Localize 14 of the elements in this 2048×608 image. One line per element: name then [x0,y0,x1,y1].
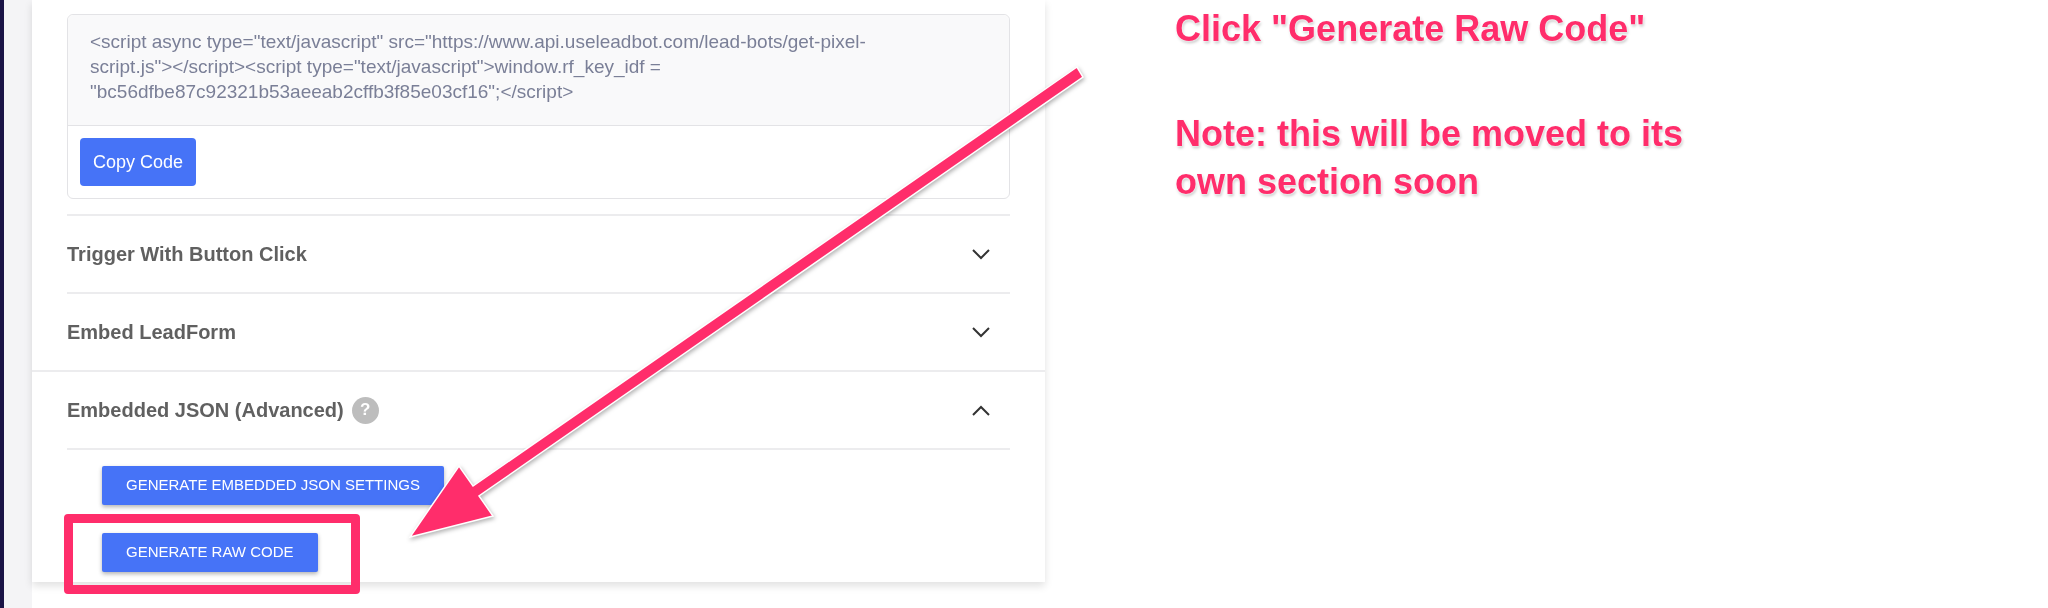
generate-button[interactable]: GENERATE RAW CODE [102,533,318,572]
chevron-up-icon [972,404,990,416]
section-title: Trigger With Button Click [67,242,307,267]
accordion-header[interactable]: Embed LeadForm [67,294,1010,370]
generate-button[interactable]: GENERATE EMBEDDED JSON SETTINGS [102,466,444,505]
annotation-note: Note: this will be moved to its own section soon [1175,112,1685,204]
section-title: Embedded JSON (Advanced) [67,398,344,423]
copy-code-button[interactable]: Copy Code [80,138,197,186]
accordion-header[interactable]: Trigger With Button Click [67,216,1010,292]
chevron-down-icon [972,248,990,260]
annotation-heading: Click "Generate Raw Code" [1175,7,1647,51]
embed-code: <script async type="text/javascript" src="https://www.api.useleadbot.com/lead-bots/get-pixel-script.js"></script><script type="text/javascript">window.rf_key_idf = "bc56dfbe87c92321b53aeeab2cffb3f85e03cf16";</script> [90,30,867,104]
chevron-down-icon [972,326,990,338]
section-title: Embed LeadForm [67,320,236,345]
